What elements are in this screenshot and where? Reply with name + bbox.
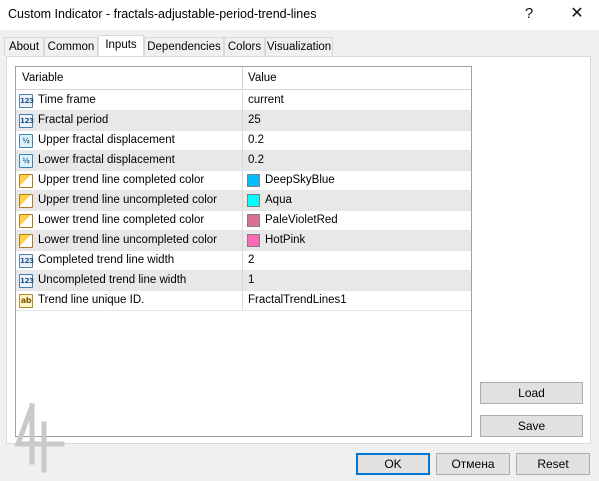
inputs-grid[interactable]: Variable Value 123 Time frame current 12… [15,66,472,437]
input-row-uncompleted-line-width[interactable]: 123 Uncompleted trend line width 1 [16,271,471,291]
color-swatch[interactable] [247,234,260,247]
variable-value[interactable]: 25 [248,114,261,126]
load-button[interactable]: Load [480,382,583,404]
input-row-completed-line-width[interactable]: 123 Completed trend line width 2 [16,251,471,271]
column-divider [242,151,243,171]
input-row-upper-fractal-displacement[interactable]: ½ Upper fractal displacement 0.2 [16,131,471,151]
variable-name: Time frame [38,94,96,106]
variable-name: Trend line unique ID. [38,294,145,306]
variable-value[interactable]: 2 [248,254,254,266]
int-icon: 123 [19,94,34,108]
column-divider[interactable] [242,67,243,90]
int-icon: 123 [19,114,34,128]
variable-name: Lower trend line uncompleted color [38,234,217,246]
variable-value[interactable]: 1 [248,274,254,286]
input-row-fractal-period[interactable]: 123 Fractal period 25 [16,111,471,131]
variable-value[interactable]: current [248,94,284,106]
color-icon [19,174,33,188]
variable-value[interactable]: DeepSkyBlue [265,174,335,186]
int-icon: 123 [19,274,34,288]
tab-dependencies[interactable]: Dependencies [144,37,224,56]
column-divider [242,271,243,291]
color-swatch[interactable] [247,214,260,227]
input-row-lower-uncompleted-color[interactable]: Lower trend line uncompleted color HotPi… [16,231,471,251]
tab-visualization[interactable]: Visualization [265,37,333,56]
variable-value[interactable]: Aqua [265,194,292,206]
input-row-upper-uncompleted-color[interactable]: Upper trend line uncompleted color Aqua [16,191,471,211]
input-row-lower-completed-color[interactable]: Lower trend line completed color PaleVio… [16,211,471,231]
ok-button[interactable]: OK [356,453,430,475]
column-divider [242,131,243,151]
variable-name: Upper fractal displacement [38,134,175,146]
color-icon [19,194,33,208]
variable-value[interactable]: 0.2 [248,154,264,166]
variable-value[interactable]: 0.2 [248,134,264,146]
tab-about[interactable]: About [4,37,44,56]
input-row-unique-id[interactable]: ab Trend line unique ID. FractalTrendLin… [16,291,471,311]
help-button[interactable]: ? [516,2,542,26]
color-swatch[interactable] [247,174,260,187]
variable-name: Lower trend line completed color [38,214,205,226]
column-divider [242,91,243,111]
color-swatch[interactable] [247,194,260,207]
save-button[interactable]: Save [480,415,583,437]
column-divider [242,191,243,211]
input-row-upper-completed-color[interactable]: Upper trend line completed color DeepSky… [16,171,471,191]
title-bar: Custom Indicator - fractals-adjustable-p… [0,0,599,30]
close-button[interactable]: ✕ [564,2,590,26]
variable-name: Lower fractal displacement [38,154,175,166]
column-divider [242,111,243,131]
int-icon: 123 [19,254,34,268]
tab-colors[interactable]: Colors [224,37,265,56]
watermark-logo-icon [14,402,65,473]
variable-value[interactable]: HotPink [265,234,305,246]
variable-name: Uncompleted trend line width [38,274,187,286]
column-divider [242,291,243,311]
column-divider [242,211,243,231]
column-divider [242,251,243,271]
grid-header: Variable Value [16,67,471,90]
window-title: Custom Indicator - fractals-adjustable-p… [8,7,317,21]
input-row-time-frame[interactable]: 123 Time frame current [16,91,471,111]
variable-value[interactable]: FractalTrendLines1 [248,294,347,306]
variable-value[interactable]: PaleVioletRed [265,214,338,226]
color-icon [19,214,33,228]
variable-name: Fractal period [38,114,109,126]
tab-inputs[interactable]: Inputs [98,35,144,56]
variable-name: Upper trend line completed color [38,174,205,186]
variable-name: Upper trend line uncompleted color [38,194,217,206]
input-row-lower-fractal-displacement[interactable]: ½ Lower fractal displacement 0.2 [16,151,471,171]
cancel-button[interactable]: Отмена [436,453,510,475]
color-icon [19,234,33,248]
value-column-header[interactable]: Value [248,72,277,84]
column-divider [242,231,243,251]
double-icon: ½ [19,154,33,168]
string-icon: ab [19,294,33,308]
column-divider [242,171,243,191]
reset-button[interactable]: Reset [516,453,590,475]
double-icon: ½ [19,134,33,148]
variable-name: Completed trend line width [38,254,175,266]
variable-column-header[interactable]: Variable [22,72,63,84]
tab-common[interactable]: Common [44,37,98,56]
